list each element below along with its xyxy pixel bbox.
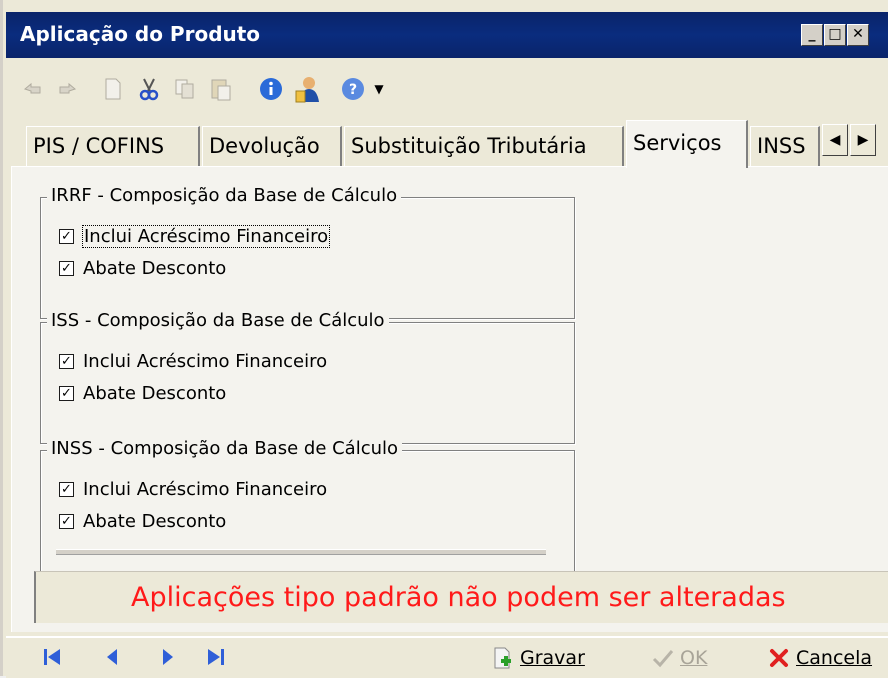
checkbox-checked-icon[interactable]: ✓ [59, 260, 74, 276]
tab-inss[interactable]: INSS [750, 126, 820, 166]
undo-icon[interactable] [20, 76, 46, 102]
irrf-abate-desconto-checkbox[interactable]: ✓ Abate Desconto [59, 256, 226, 280]
irrf-inclui-acrescimo-checkbox[interactable]: ✓ Inclui Acréscimo Financeiro [59, 224, 331, 248]
iss-groupbox: ISS - Composição da Base de Cálculo ✓ In… [40, 310, 575, 444]
user-icon[interactable] [294, 76, 320, 103]
irrf-group-title: IRRF - Composição da Base de Cálculo [47, 185, 402, 206]
cancel-label: Cancela [796, 647, 873, 669]
application-window: Aplicação do Produto _ □ ✕ ? ▼ PIS / COF… [0, 0, 888, 678]
inss-abate-desconto-checkbox[interactable]: ✓ Abate Desconto [59, 509, 226, 533]
checkmark-icon [652, 647, 674, 669]
maximize-button[interactable]: □ [824, 24, 846, 46]
save-document-icon [492, 647, 514, 669]
message-bar: Aplicações tipo padrão não podem ser alt… [34, 571, 888, 623]
window-title: Aplicação do Produto [20, 22, 261, 46]
checkbox-checked-icon[interactable]: ✓ [59, 353, 74, 369]
info-icon[interactable] [258, 76, 284, 102]
tab-scroll-right-button[interactable]: ▶ [850, 124, 876, 156]
iss-abate-desconto-checkbox[interactable]: ✓ Abate Desconto [59, 381, 226, 405]
checkbox-label: Inclui Acréscimo Financeiro [83, 350, 328, 372]
checkbox-checked-icon[interactable]: ✓ [59, 228, 74, 244]
inss-inclui-acrescimo-checkbox[interactable]: ✓ Inclui Acréscimo Financeiro [59, 477, 327, 501]
save-button[interactable]: Gravar [492, 644, 585, 672]
paste-icon[interactable] [208, 76, 234, 102]
cancel-button[interactable]: Cancela [768, 644, 872, 672]
checkbox-checked-icon[interactable]: ✓ [59, 385, 74, 401]
help-icon[interactable]: ? [340, 76, 366, 102]
last-record-icon[interactable] [204, 646, 228, 670]
inss-group-title: INSS - Composição da Base de Cálculo [47, 438, 403, 459]
next-record-icon[interactable] [156, 646, 180, 670]
dropdown-arrow-icon[interactable]: ▼ [366, 76, 392, 102]
first-record-icon[interactable] [40, 646, 64, 670]
tab-substituicao-tributaria[interactable]: Substituição Tributária [344, 126, 624, 166]
copy-icon[interactable] [172, 76, 198, 102]
irrf-groupbox: IRRF - Composição da Base de Cálculo ✓ I… [40, 185, 575, 319]
horizontal-scrollbar[interactable] [56, 549, 546, 555]
checkbox-label: Abate Desconto [83, 382, 227, 404]
cancel-x-icon [768, 647, 790, 669]
checkbox-label: Abate Desconto [83, 257, 227, 279]
tab-servicos[interactable]: Serviços [626, 120, 748, 168]
cut-icon[interactable] [136, 76, 162, 102]
iss-inclui-acrescimo-checkbox[interactable]: ✓ Inclui Acréscimo Financeiro [59, 349, 327, 373]
title-bar[interactable]: Aplicação do Produto _ □ ✕ [6, 12, 888, 58]
servicos-panel: IRRF - Composição da Base de Cálculo ✓ I… [11, 166, 888, 632]
tab-pis-cofins[interactable]: PIS / COFINS [26, 126, 200, 166]
previous-record-icon[interactable] [100, 646, 124, 670]
bottom-bar: Gravar OK Cancela [6, 636, 888, 678]
warning-message: Aplicações tipo padrão não podem ser alt… [131, 582, 786, 613]
checkbox-checked-icon[interactable]: ✓ [59, 481, 74, 497]
checkbox-label: Inclui Acréscimo Financeiro [81, 224, 331, 248]
minimize-button[interactable]: _ [801, 24, 823, 46]
new-icon[interactable] [100, 76, 126, 102]
save-label: Gravar [520, 647, 585, 669]
toolbar: ? ▼ [6, 58, 888, 116]
iss-group-title: ISS - Composição da Base de Cálculo [47, 310, 389, 331]
checkbox-label: Inclui Acréscimo Financeiro [83, 478, 328, 500]
checkbox-checked-icon[interactable]: ✓ [59, 513, 74, 529]
close-button[interactable]: ✕ [847, 24, 869, 46]
tab-devolucao[interactable]: Devolução [202, 126, 342, 166]
tab-scroll-left-button[interactable]: ◀ [822, 124, 848, 156]
redo-icon[interactable] [54, 76, 80, 102]
ok-button[interactable]: OK [652, 644, 707, 672]
tab-strip: PIS / COFINS Devolução Substituição Trib… [6, 116, 888, 168]
checkbox-label: Abate Desconto [83, 510, 227, 532]
svg-text:?: ? [349, 82, 357, 98]
ok-label: OK [680, 647, 708, 669]
